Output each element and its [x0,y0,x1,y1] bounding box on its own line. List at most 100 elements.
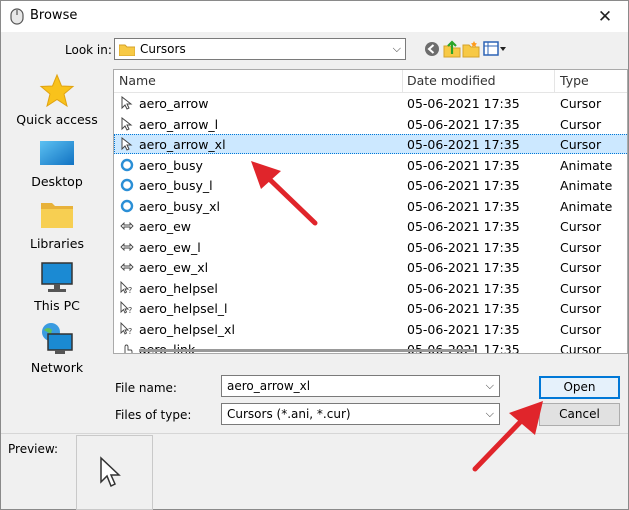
libraries-icon [41,203,73,228]
chevron-down-icon: ⌵ [392,42,401,55]
place-quick-access[interactable]: Quick access [7,68,107,128]
help-cursor-icon: ? [120,321,134,336]
file-type-cell: Cursor [560,239,602,255]
file-type-cell: Cursor [560,260,602,275]
file-name-value: aero_arrow_xl [227,379,311,393]
file-type-cell: Cursor [560,96,602,111]
place-label: This PC [34,298,80,313]
file-row[interactable]: aero_busy 05-06-2021 17:35 Animate [114,155,627,175]
file-row[interactable]: aero_arrow_l 05-06-2021 17:35 Cursor [114,114,627,134]
file-type-label: Files of type: [115,408,192,422]
mouse-icon [10,8,24,25]
file-row[interactable]: ? aero_helpsel 05-06-2021 17:35 Cursor [114,278,627,298]
file-row[interactable]: aero_ew_xl 05-06-2021 17:35 Cursor [114,257,627,277]
file-row[interactable]: aero_arrow_xl 05-06-2021 17:35 Cursor [114,134,627,154]
column-type[interactable]: Type [560,70,589,92]
svg-text:?: ? [128,286,132,295]
column-date[interactable]: Date modified [407,70,496,92]
file-date-cell: 05-06-2021 17:35 [407,301,520,316]
column-separator[interactable] [554,70,555,92]
column-name[interactable]: Name [119,70,156,92]
resize-ew-icon [120,219,134,233]
resize-ew-icon [120,260,134,274]
file-name-cell: aero_helpsel [139,280,218,296]
file-name-cell: aero_helpsel_xl [139,321,235,337]
place-network[interactable]: Network [7,316,107,376]
column-header: ⌃ Name Date modified Type [114,69,627,93]
arrow-cursor-preview-icon [100,456,121,488]
column-separator[interactable] [402,70,403,92]
file-type-cell: Cursor [560,219,602,234]
open-button[interactable]: Open [539,376,620,399]
file-type-cell: Cursor [560,137,602,152]
up-folder-icon[interactable] [443,40,461,58]
arrow-cursor-icon [120,116,134,131]
sort-up-icon: ⌃ [254,69,262,75]
file-name-cell: aero_arrow_l [139,116,219,132]
network-icon [42,323,73,354]
file-row[interactable]: ? aero_helpsel_xl 05-06-2021 17:35 Cursor [114,319,627,339]
window-title: Browse [30,8,78,23]
file-date-cell: 05-06-2021 17:35 [407,260,520,275]
file-date-cell: 05-06-2021 17:35 [407,96,520,111]
file-date-cell: 05-06-2021 17:35 [407,342,520,354]
svg-text:?: ? [128,327,132,336]
file-type-cell: Animate [560,178,613,193]
file-row[interactable]: aero_busy_l 05-06-2021 17:35 Animate [114,175,627,195]
file-date-cell: 05-06-2021 17:35 [407,157,520,173]
file-row[interactable]: aero_ew 05-06-2021 17:35 Cursor [114,216,627,236]
link-cursor-icon [120,342,134,353]
busy-ring-icon [120,158,134,172]
file-type-value: Cursors (*.ani, *.cur) [227,407,351,421]
arrow-cursor-icon [120,95,134,110]
place-desktop[interactable]: Desktop [7,130,107,190]
file-type-cell: Animate [560,157,613,173]
file-name-input[interactable]: aero_arrow_xl ⌵ [221,375,500,397]
file-date-cell: 05-06-2021 17:35 [407,116,520,132]
file-name-cell: aero_busy [139,157,203,173]
resize-ew-icon [120,240,134,254]
cancel-button[interactable]: Cancel [539,403,620,426]
file-row[interactable]: aero_ew_l 05-06-2021 17:35 Cursor [114,237,627,257]
this-pc-icon [41,262,73,292]
file-name-cell: aero_busy_l [139,178,213,193]
file-name-label: File name: [115,381,177,395]
close-icon: ✕ [597,6,613,27]
file-name-cell: aero_link [139,342,196,354]
horizontal-scrollbar[interactable] [139,349,474,352]
file-date-cell: 05-06-2021 17:35 [407,198,520,214]
file-type-cell: Cursor [560,301,602,316]
back-icon[interactable] [423,40,441,58]
file-name-cell: aero_arrow_xl [139,137,226,152]
chevron-down-icon: ⌵ [485,379,494,392]
file-name-cell: aero_ew_xl [139,260,209,275]
file-row[interactable]: aero_busy_xl 05-06-2021 17:35 Animate [114,196,627,216]
star-icon [39,73,75,108]
place-libraries[interactable]: Libraries [7,192,107,252]
busy-ring-icon [120,199,134,213]
file-date-cell: 05-06-2021 17:35 [407,321,520,337]
file-row[interactable]: aero_arrow 05-06-2021 17:35 Cursor [114,93,627,113]
arrow-cursor-icon [120,136,134,151]
help-cursor-icon: ? [120,280,134,295]
new-folder-icon[interactable] [462,40,480,58]
preview-pane [76,435,153,510]
view-menu-icon[interactable] [483,40,507,58]
desktop-icon [40,141,74,165]
file-row[interactable]: ? aero_helpsel_l 05-06-2021 17:35 Cursor [114,298,627,318]
file-type-cell: Cursor [560,116,602,132]
annotation-arrow-icon [251,161,318,226]
file-name-cell: aero_arrow [139,96,209,111]
file-date-cell: 05-06-2021 17:35 [407,239,520,255]
place-label: Desktop [31,174,83,189]
look-in-dropdown[interactable]: Cursors ⌵ [114,38,406,60]
file-type-cell: Cursor [560,280,602,296]
preview-label: Preview: [8,442,59,456]
look-in-label: Look in: [65,43,112,57]
file-list[interactable]: ⌃ Name Date modified Type aero_arrow 05-0… [113,69,628,354]
close-button[interactable]: ✕ [582,1,628,32]
file-type-dropdown[interactable]: Cursors (*.ani, *.cur) ⌵ [221,403,500,425]
file-type-cell: Cursor [560,321,602,337]
file-name-cell: aero_busy_xl [139,198,220,214]
place-this-pc[interactable]: This PC [7,254,107,314]
